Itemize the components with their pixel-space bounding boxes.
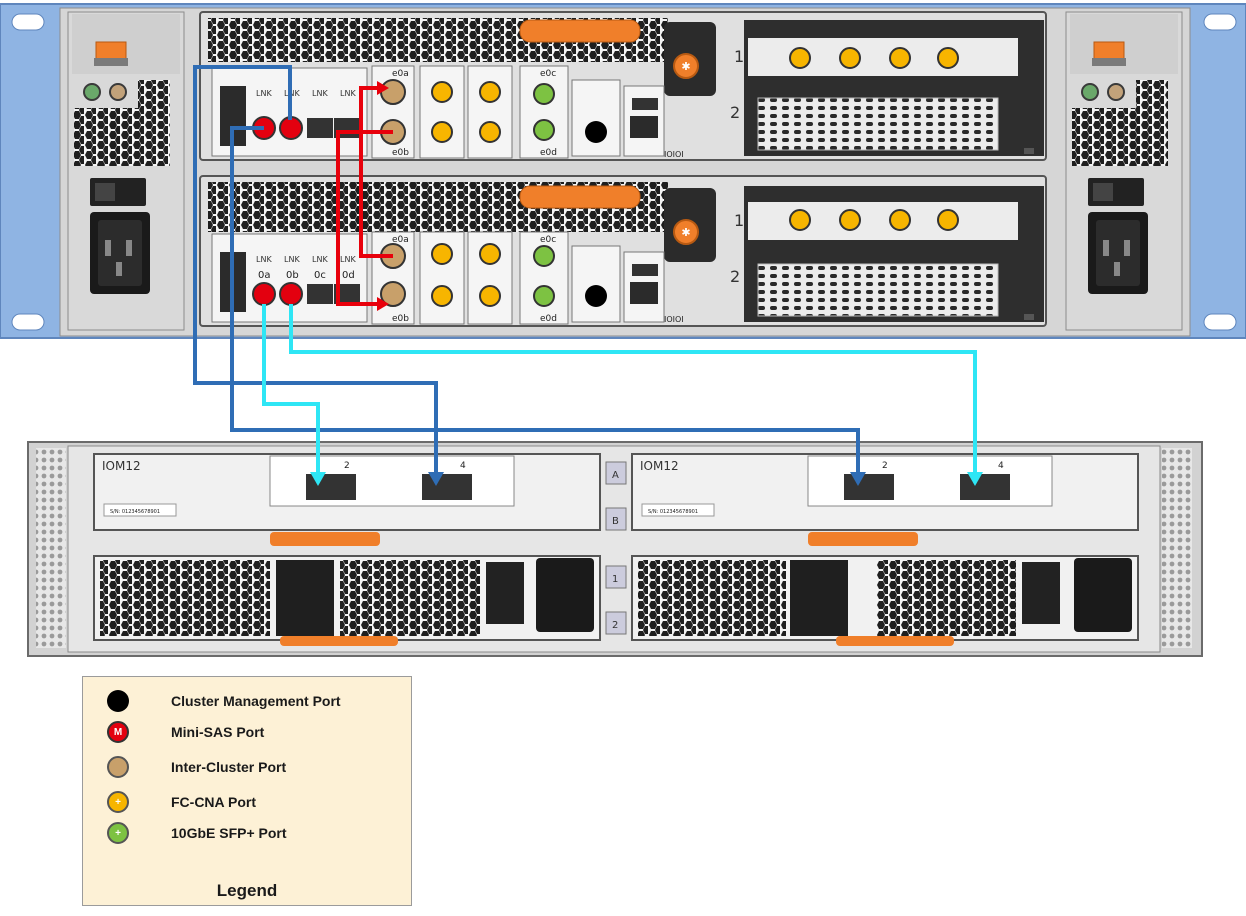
legend-title: Legend xyxy=(216,881,278,900)
sas-label-0c: 0c xyxy=(314,270,326,281)
svg-text:e0a: e0a xyxy=(392,69,409,79)
svg-text:e0c: e0c xyxy=(540,69,556,79)
iom-right-serial: S/N: 012345678901 xyxy=(648,509,698,515)
e0a-port-a xyxy=(380,79,406,105)
sas-label-0b: 0b xyxy=(286,270,299,281)
svg-text:B: B xyxy=(612,516,619,527)
controller-psu-right xyxy=(1065,11,1183,331)
svg-text:e0c: e0c xyxy=(540,235,556,245)
svg-text:e0d: e0d xyxy=(540,314,557,324)
svg-text:✱: ✱ xyxy=(681,60,690,73)
svg-text:2: 2 xyxy=(882,461,888,471)
sas-label-0a: 0a xyxy=(258,270,271,281)
legend-item-10gbe: + 10GbE SFP+ Port xyxy=(107,821,287,845)
slot-2-label: 2 xyxy=(730,103,740,122)
iom-left-serial: S/N: 012345678901 xyxy=(110,509,160,515)
cluster-mgmt-port-a xyxy=(585,121,607,143)
svg-text:e0b: e0b xyxy=(392,148,409,158)
cluster-mgmt-port-b xyxy=(585,285,607,307)
sas-label-0d: 0d xyxy=(342,270,355,281)
svg-text:LNK: LNK xyxy=(340,89,356,98)
mini-sas-port-icon: M xyxy=(107,721,129,743)
svg-text:1: 1 xyxy=(612,574,618,585)
svg-text:LNK: LNK xyxy=(340,255,356,264)
svg-text:IOIOI: IOIOI xyxy=(664,150,684,159)
legend-item-cluster-mgmt: Cluster Management Port xyxy=(107,689,341,713)
svg-text:e0a: e0a xyxy=(392,235,409,245)
svg-text:2: 2 xyxy=(730,267,740,286)
svg-text:LNK: LNK xyxy=(284,89,300,98)
svg-text:e0d: e0d xyxy=(540,148,557,158)
svg-text:✱: ✱ xyxy=(681,226,690,239)
svg-text:LNK: LNK xyxy=(284,255,300,264)
sfp-port-icon: + xyxy=(107,822,129,844)
svg-text:LNK: LNK xyxy=(312,255,328,264)
mini-sas-port-0b-b xyxy=(279,282,303,306)
controller-psu-left xyxy=(67,11,185,331)
svg-text:4: 4 xyxy=(460,461,466,471)
slot-1-label: 1 xyxy=(734,47,744,66)
cluster-management-port-icon xyxy=(107,690,129,712)
legend-item-fc-cna: + FC-CNA Port xyxy=(107,790,256,814)
svg-text:1: 1 xyxy=(734,211,744,230)
svg-text:2: 2 xyxy=(612,620,618,631)
controller-module-a: ✱ 1 2 LNK LNK LNK LNK e0a e0b e0c e0d IO… xyxy=(199,11,1047,161)
mini-sas-port-0b-a xyxy=(279,116,303,140)
inter-cluster-port-icon xyxy=(107,756,129,778)
controller-module-b: ✱ 1 2 LNK LNK LNK LNK 0a 0b 0c 0d e0a e0… xyxy=(199,175,1047,327)
iom-right-label: IOM12 xyxy=(640,459,679,473)
svg-text:LNK: LNK xyxy=(256,255,272,264)
iom-left-label: IOM12 xyxy=(102,459,141,473)
svg-text:4: 4 xyxy=(998,461,1004,471)
legend-item-mini-sas: M Mini-SAS Port xyxy=(107,720,264,744)
legend: Cluster Management Port M Mini-SAS Port … xyxy=(82,676,412,906)
svg-text:e0b: e0b xyxy=(392,314,409,324)
svg-text:2: 2 xyxy=(344,461,350,471)
svg-text:LNK: LNK xyxy=(256,89,272,98)
svg-text:LNK: LNK xyxy=(312,89,328,98)
fc-cna-port-icon: + xyxy=(107,791,129,813)
mini-sas-port-0a-b xyxy=(252,282,276,306)
legend-item-inter-cluster: Inter-Cluster Port xyxy=(107,755,286,779)
disk-shelf: IOM12 2 4 S/N: 012345678901 IOM12 2 4 S/… xyxy=(27,441,1203,657)
svg-text:IOIOI: IOIOI xyxy=(664,315,684,324)
svg-text:A: A xyxy=(612,470,619,481)
